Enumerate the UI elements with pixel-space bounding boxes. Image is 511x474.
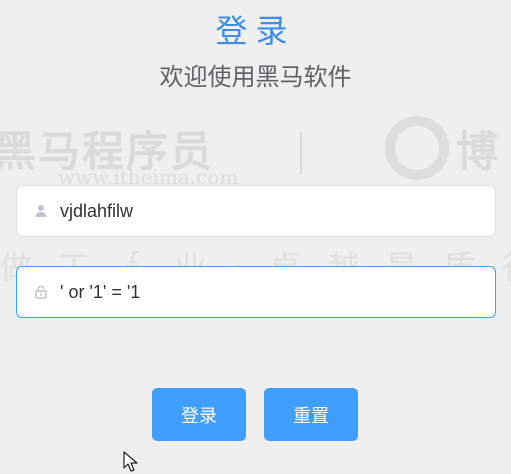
page-title: 登录 [215,12,296,50]
reset-button[interactable]: 重置 [264,388,358,441]
user-icon [32,202,50,220]
background-logo-icon [385,116,449,180]
background-divider [300,132,302,174]
background-watermark-right: 博 [456,127,499,176]
username-field[interactable] [16,185,496,237]
lock-icon [32,283,50,301]
login-page: 黑马程序员 www.itheima.com 博 做 工 ∮ 业 · 卓 越 是 … [0,0,511,474]
password-field[interactable] [16,266,496,318]
password-input[interactable] [60,267,483,317]
username-input[interactable] [60,186,483,236]
mouse-cursor-icon [123,451,138,472]
background-watermark-brand: 黑马程序员 [0,127,215,176]
login-button[interactable]: 登录 [152,388,246,441]
page-subtitle: 欢迎使用黑马软件 [159,63,352,91]
